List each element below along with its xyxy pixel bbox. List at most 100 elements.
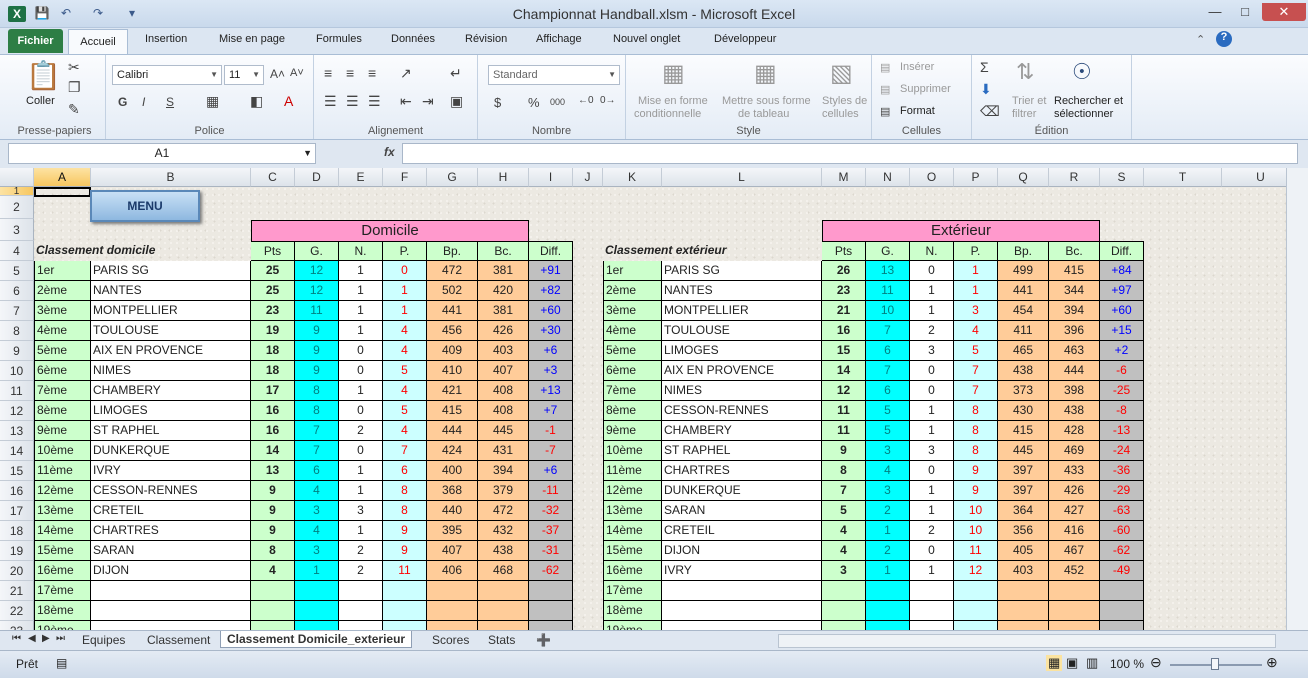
grow-font-icon[interactable]: A˄ (270, 67, 285, 81)
font-size-combo[interactable]: 11 ▼ (224, 65, 264, 85)
prev-sheet-icon[interactable]: ◀ (28, 633, 36, 644)
column-header-G[interactable]: G (427, 168, 478, 187)
close-icon[interactable]: ✕ (1262, 3, 1306, 21)
decrease-decimal-icon[interactable]: 0→ (600, 95, 616, 106)
cond-format-line2[interactable]: conditionnelle (634, 108, 701, 120)
page-layout-icon[interactable]: ▣ (1066, 655, 1078, 671)
row-header-2[interactable]: 2 (0, 196, 34, 219)
row-header-7[interactable]: 7 (0, 301, 34, 321)
row-header-3[interactable]: 3 (0, 219, 34, 241)
column-header-C[interactable]: C (251, 168, 295, 187)
align-left-icon[interactable]: ☰ (324, 93, 337, 110)
format-table-icon[interactable]: ▦ (754, 59, 777, 88)
merge-cells-icon[interactable]: ▣ (450, 93, 463, 110)
fx-icon[interactable]: fx (384, 145, 395, 159)
row-header-21[interactable]: 21 (0, 581, 34, 601)
tab-formules[interactable]: Formules (316, 33, 362, 45)
column-header-L[interactable]: L (662, 168, 822, 187)
wrap-text-icon[interactable]: ↵ (450, 65, 462, 82)
delete-button[interactable]: Supprimer (900, 83, 951, 95)
first-sheet-icon[interactable]: ⏮ (12, 633, 21, 644)
active-cell-a1[interactable] (34, 187, 91, 197)
minimize-ribbon-icon[interactable]: ⌃ (1196, 33, 1205, 46)
currency-icon[interactable]: $ (494, 95, 501, 110)
underline-icon[interactable]: S (166, 95, 174, 109)
zoom-level[interactable]: 100 % (1110, 657, 1144, 671)
copy-icon[interactable]: ❐ (68, 79, 81, 96)
align-right-icon[interactable]: ☰ (368, 93, 381, 110)
page-break-icon[interactable]: ▥ (1086, 655, 1098, 671)
sheet-tab-scores[interactable]: Scores (432, 633, 469, 647)
row-header-1[interactable]: 1 (0, 187, 34, 197)
row-header-12[interactable]: 12 (0, 401, 34, 421)
fill-icon[interactable]: ⬇ (980, 81, 992, 98)
row-header-14[interactable]: 14 (0, 441, 34, 461)
paste-button[interactable]: Coller (26, 95, 55, 107)
normal-view-icon[interactable]: ▦ (1046, 655, 1063, 671)
font-color-icon[interactable]: A (284, 93, 293, 109)
vertical-scrollbar[interactable] (1286, 168, 1308, 630)
cell-styles-icon[interactable]: ▧ (830, 59, 853, 88)
align-middle-icon[interactable]: ≡ (346, 65, 354, 81)
row-header-6[interactable]: 6 (0, 281, 34, 301)
row-header-20[interactable]: 20 (0, 561, 34, 581)
select-all-corner[interactable] (0, 168, 34, 187)
horizontal-scrollbar[interactable] (778, 634, 1276, 648)
column-header-R[interactable]: R (1049, 168, 1100, 187)
conditional-format-icon[interactable]: ▦ (662, 59, 685, 88)
column-header-J[interactable]: J (573, 168, 603, 187)
column-header-H[interactable]: H (478, 168, 529, 187)
column-header-I[interactable]: I (529, 168, 573, 187)
next-sheet-icon[interactable]: ▶ (42, 633, 50, 644)
help-icon[interactable]: ? (1216, 31, 1232, 47)
thousands-icon[interactable]: 000 (550, 97, 565, 107)
sheet-tab-stats[interactable]: Stats (488, 633, 515, 647)
row-header-19[interactable]: 19 (0, 541, 34, 561)
sheet-tab-classement-domicile-exterieur[interactable]: Classement Domicile_exterieur (220, 631, 413, 648)
zoom-in-icon[interactable]: ⊕ (1266, 654, 1278, 671)
row-header-13[interactable]: 13 (0, 421, 34, 441)
row-header-15[interactable]: 15 (0, 461, 34, 481)
bold-icon[interactable]: G (118, 95, 127, 109)
paste-icon[interactable]: 📋 (26, 59, 61, 92)
column-header-P[interactable]: P (954, 168, 998, 187)
column-header-E[interactable]: E (339, 168, 383, 187)
sheet-tab-classement[interactable]: Classement (147, 633, 210, 647)
fill-color-icon[interactable]: ◧ (250, 93, 263, 110)
zoom-out-icon[interactable]: ⊖ (1150, 654, 1162, 671)
font-name-combo[interactable]: Calibri ▼ (112, 65, 222, 85)
row-header-5[interactable]: 5 (0, 261, 34, 281)
last-sheet-icon[interactable]: ⏭ (56, 633, 65, 644)
insert-button[interactable]: Insérer (900, 61, 934, 73)
sort-line1[interactable]: Trier et (1012, 95, 1046, 107)
binoculars-icon[interactable]: ☉ (1072, 59, 1092, 85)
row-header-4[interactable]: 4 (0, 241, 34, 261)
row-header-23[interactable]: 23 (0, 621, 34, 630)
column-header-N[interactable]: N (866, 168, 910, 187)
align-bottom-icon[interactable]: ≡ (368, 65, 376, 81)
row-header-11[interactable]: 11 (0, 381, 34, 401)
cond-format-line1[interactable]: Mise en forme (638, 95, 708, 107)
autosum-icon[interactable]: Σ (980, 59, 989, 75)
increase-indent-icon[interactable]: ⇥ (422, 93, 434, 110)
column-header-T[interactable]: T (1144, 168, 1222, 187)
italic-icon[interactable]: I (142, 95, 145, 109)
cell-styles-line2[interactable]: cellules (822, 108, 859, 120)
row-header-8[interactable]: 8 (0, 321, 34, 341)
row-header-17[interactable]: 17 (0, 501, 34, 521)
find-line1[interactable]: Rechercher et (1054, 95, 1123, 107)
row-header-18[interactable]: 18 (0, 521, 34, 541)
column-header-S[interactable]: S (1100, 168, 1144, 187)
percent-icon[interactable]: % (528, 95, 540, 110)
shrink-font-icon[interactable]: A˅ (290, 67, 304, 79)
format-painter-icon[interactable]: ✎ (68, 101, 80, 118)
menu-button[interactable]: MENU (90, 190, 200, 222)
increase-decimal-icon[interactable]: ←0 (578, 95, 594, 106)
cut-icon[interactable]: ✂ (68, 59, 80, 76)
column-header-O[interactable]: O (910, 168, 954, 187)
find-line2[interactable]: sélectionner (1054, 108, 1113, 120)
row-header-10[interactable]: 10 (0, 361, 34, 381)
tab-insertion[interactable]: Insertion (145, 33, 187, 45)
borders-icon[interactable]: ▦ (206, 93, 219, 110)
format-button[interactable]: Format (900, 105, 935, 117)
